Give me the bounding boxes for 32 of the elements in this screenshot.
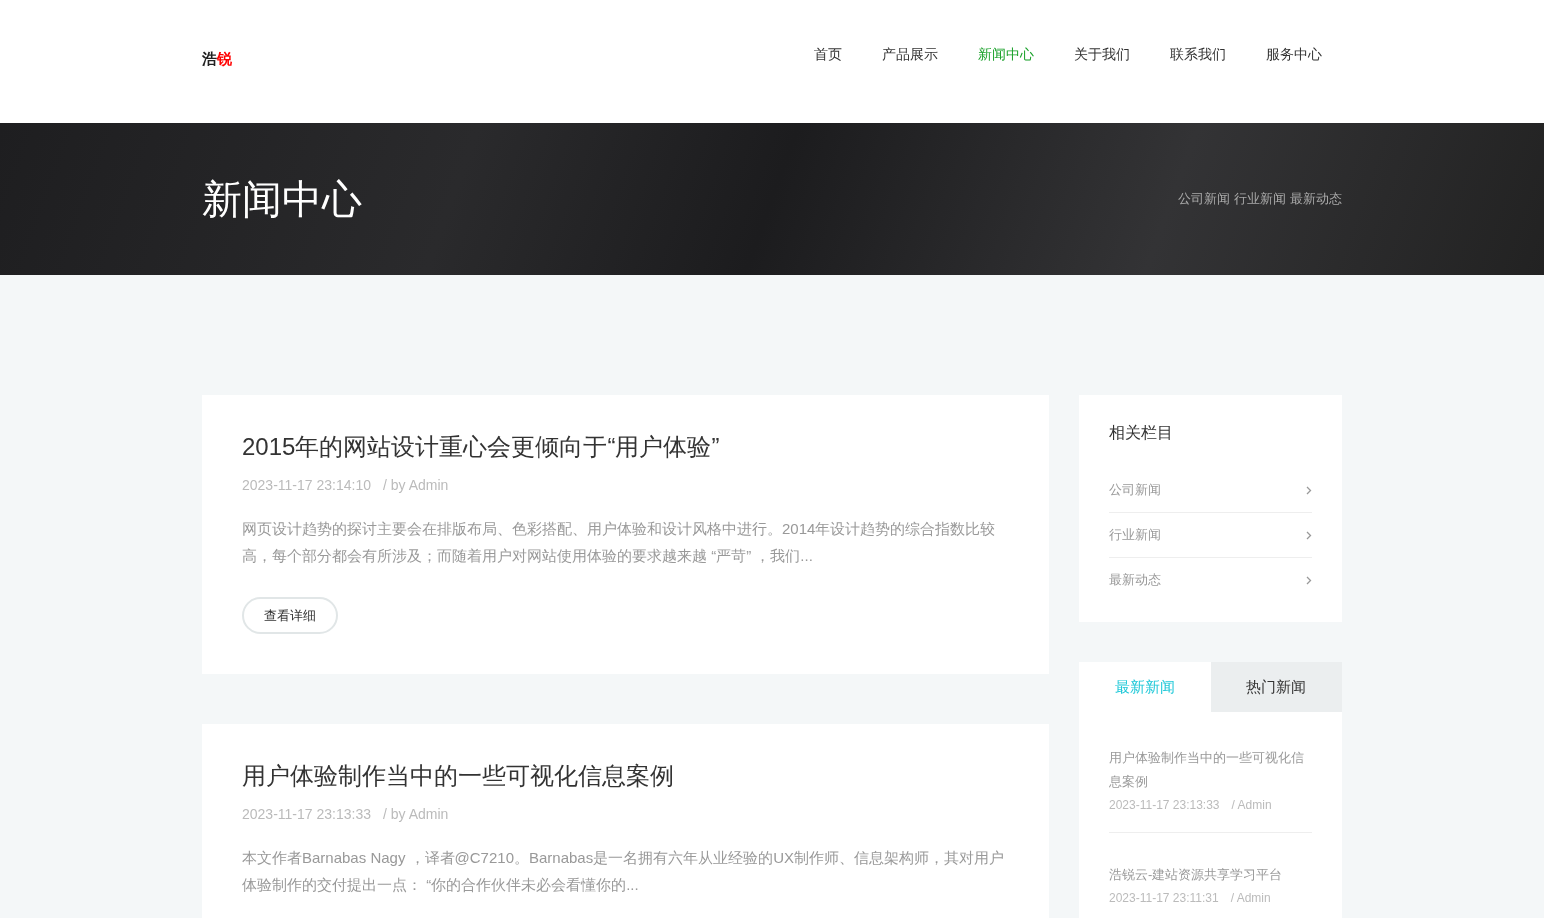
news-author: / Admin (1231, 798, 1272, 812)
category-label: 公司新闻 (1109, 481, 1161, 499)
article-author: / by Admin (382, 806, 449, 822)
article-summary: 本文作者Barnabas Nagy ，译者@C7210。Barnabas是一名拥有六年从业经验的UX制作师、信息架构师，其对用户体验制作的交付提出一点： “你的合作伙伴未必会看懂你的... (242, 848, 1006, 895)
news-author: / Admin (1230, 891, 1271, 905)
article-summary: 网页设计趋势的探讨主要会在排版布局、色彩搭配、用户体验和设计风格中进行。2014年设计趋势的综合指数比较高，每个部分都会有所涉及；而随着用户对网站使用体验的要求越来越 “严苛” ，我们... (242, 519, 997, 566)
article-author: / by Admin (382, 477, 449, 493)
nav-link[interactable]: 新闻中心 (978, 46, 1034, 64)
category-link[interactable]: 公司新闻 (1178, 190, 1230, 208)
nav-link[interactable]: 产品展示 (882, 46, 938, 64)
article-date: 2023-11-17 23:13:33 (242, 806, 371, 822)
chevron-right-icon (1306, 485, 1312, 495)
article-title[interactable]: 2015年的网站设计重心会更倾向于“用户体验” (242, 431, 1009, 463)
article-date: 2023-11-17 23:14:10 (242, 477, 371, 493)
nav-link[interactable]: 联系我们 (1170, 46, 1226, 64)
news-date: 2023-11-17 23:11:31 (1109, 891, 1219, 905)
news-date: 2023-11-17 23:13:33 (1109, 798, 1220, 812)
category-label: 行业新闻 (1109, 526, 1161, 544)
category-link[interactable]: 最新动态 (1290, 190, 1342, 208)
category-label: 最新动态 (1109, 571, 1161, 589)
category-link[interactable]: 行业新闻 (1234, 190, 1286, 208)
article-title[interactable]: 用户体验制作当中的一些可视化信息案例 (242, 760, 1009, 792)
news-tab[interactable]: 热门新闻 (1210, 662, 1342, 712)
chevron-right-icon (1306, 575, 1312, 585)
logo[interactable]: 浩锐 (202, 41, 232, 69)
banner-title: 新闻中心 (202, 175, 362, 223)
read-more-button[interactable]: 查看详细 (242, 597, 338, 634)
nav-link[interactable]: 首页 (814, 46, 842, 64)
panel-title: 相关栏目 (1109, 423, 1174, 443)
nav-link[interactable]: 服务中心 (1266, 46, 1322, 64)
nav-link[interactable]: 关于我们 (1074, 46, 1130, 64)
chevron-right-icon (1306, 530, 1312, 540)
